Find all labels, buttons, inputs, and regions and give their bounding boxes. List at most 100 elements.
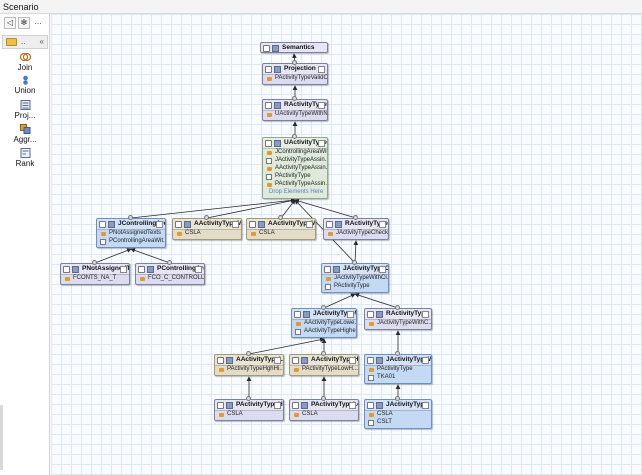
menu-icon[interactable]: … xyxy=(32,17,44,29)
node-header[interactable]: PControllingArea... xyxy=(136,264,204,275)
node-menu-icon[interactable] xyxy=(306,221,313,228)
node-row[interactable]: TKA01 xyxy=(365,374,431,382)
node-plow[interactable]: PActivityTypeLow...CSLA xyxy=(289,399,359,421)
collapse-toggle-icon[interactable] xyxy=(63,266,70,273)
node-ahigh[interactable]: AActivityTypeHigh...PActivityTypeLowH... xyxy=(289,354,359,376)
node-row[interactable]: JControllingAreaWit... xyxy=(263,149,327,157)
palette-item-aggregation[interactable]: Aggr... xyxy=(0,124,50,146)
node-menu-icon[interactable] xyxy=(318,102,325,109)
node-output-port[interactable] xyxy=(128,215,133,220)
node-projection[interactable]: Projection PActivityTypeValidO... xyxy=(262,63,328,85)
node-output-port[interactable] xyxy=(246,396,251,401)
node-menu-icon[interactable] xyxy=(379,221,386,228)
node-semantics[interactable]: Semantics xyxy=(260,42,328,53)
collapse-toggle-icon[interactable] xyxy=(292,357,299,364)
node-row[interactable]: PControllingAreaWit... xyxy=(97,238,165,246)
node-menu-icon[interactable] xyxy=(318,140,325,147)
node-row[interactable]: PNotAssignedTexts xyxy=(97,230,165,238)
node-header[interactable]: RActivityType xyxy=(365,309,431,320)
collapse-toggle-icon[interactable] xyxy=(249,221,256,228)
node-header[interactable]: UActivityTypeWith... xyxy=(263,138,327,149)
collapse-toggle-icon[interactable] xyxy=(263,45,270,52)
node-menu-icon[interactable] xyxy=(422,357,429,364)
node-header[interactable]: AActivityTypeHigh... xyxy=(290,355,358,366)
node-row[interactable]: CSLA xyxy=(173,230,241,238)
node-header[interactable]: Semantics xyxy=(261,43,327,52)
node-amis1[interactable]: AActivityTypeMis...CSLA xyxy=(172,218,242,240)
node-row[interactable]: FCO_C_CONTROLL xyxy=(136,275,204,283)
node-header[interactable]: JActivityType xyxy=(365,400,431,411)
palette-item-rank[interactable]: Rank xyxy=(0,148,50,170)
palette-item-projection[interactable]: Proj... xyxy=(0,100,50,122)
node-header[interactable]: JActivityTypeWith... xyxy=(365,355,431,366)
node-rvalid[interactable]: RActivityTypeValid...UActivityTypeWithN.… xyxy=(262,99,328,121)
node-amis2[interactable]: AActivityTypeMis...CSLA xyxy=(246,218,316,240)
node-output-port[interactable] xyxy=(395,305,400,310)
palette-folder[interactable]: .. « xyxy=(2,35,48,49)
collapse-toggle-icon[interactable] xyxy=(292,402,299,409)
collapse-toggle-icon[interactable] xyxy=(326,221,333,228)
collapse-toggle-icon[interactable] xyxy=(99,221,106,228)
collapse-icon[interactable]: « xyxy=(40,37,44,46)
node-output-port[interactable] xyxy=(92,260,97,265)
node-row[interactable]: CSLA xyxy=(365,411,431,419)
node-row[interactable]: AActivityTypeLowe... xyxy=(292,320,356,328)
node-header[interactable]: RActivityTypeValid... xyxy=(263,100,327,111)
node-row[interactable]: PActivityType xyxy=(322,283,388,291)
collapse-toggle-icon[interactable] xyxy=(217,357,224,364)
gear-icon[interactable]: ✻ xyxy=(18,17,30,29)
node-menu-icon[interactable] xyxy=(379,266,386,273)
node-menu-icon[interactable] xyxy=(422,402,429,409)
node-header[interactable]: PActivityTypeHigh... xyxy=(215,400,283,411)
node-row[interactable]: CSLA xyxy=(247,230,315,238)
node-menu-icon[interactable] xyxy=(274,402,281,409)
node-output-port[interactable] xyxy=(352,260,357,265)
node-output-port[interactable] xyxy=(321,305,326,310)
node-header[interactable]: AActivityTypeLow... xyxy=(215,355,283,366)
node-row[interactable]: JActivityTypeWithC... xyxy=(365,320,431,328)
palette-item-union[interactable]: Union xyxy=(0,75,50,97)
node-row[interactable]: CSLA xyxy=(215,411,283,419)
collapse-toggle-icon[interactable] xyxy=(265,140,272,147)
node-header[interactable]: PNotAssignedText xyxy=(61,264,129,275)
node-menu-icon[interactable] xyxy=(347,311,354,318)
node-output-port[interactable] xyxy=(246,351,251,356)
node-pctrl[interactable]: PControllingArea...FCO_C_CONTROLL xyxy=(135,263,205,285)
node-output-port[interactable] xyxy=(292,60,297,65)
node-output-port[interactable] xyxy=(395,396,400,401)
node-menu-icon[interactable] xyxy=(156,221,163,228)
node-output-port[interactable] xyxy=(292,134,297,139)
node-row[interactable]: CSLA xyxy=(290,411,358,419)
node-row[interactable]: CSLT xyxy=(365,419,431,427)
node-header[interactable]: JControllingAreaW... xyxy=(97,219,165,230)
node-menu-icon[interactable] xyxy=(349,357,356,364)
node-output-port[interactable] xyxy=(395,351,400,356)
node-rmis[interactable]: RActivityTypeMis...JActivityTypeCheck... xyxy=(323,218,389,240)
palette-item-join[interactable]: Join xyxy=(0,52,50,74)
node-row[interactable]: FCONTS_NA_T xyxy=(61,275,129,283)
drop-zone[interactable]: Drop Elements Here xyxy=(263,189,327,197)
node-uwith[interactable]: UActivityTypeWith...JControllingAreaWit.… xyxy=(262,137,328,199)
node-row[interactable]: PActivityTypeHghHi... xyxy=(215,366,283,374)
node-output-port[interactable] xyxy=(292,96,297,101)
node-jctrl[interactable]: JControllingAreaW...PNotAssignedTexts PCo… xyxy=(96,218,166,248)
node-row[interactable]: PActivityTypeLowH... xyxy=(290,366,358,374)
node-output-port[interactable] xyxy=(167,260,172,265)
node-jtype[interactable]: JActivityTypeWith...PActivityType TKA01 xyxy=(364,354,432,384)
node-menu-icon[interactable] xyxy=(274,357,281,364)
node-output-port[interactable] xyxy=(278,215,283,220)
node-menu-icon[interactable] xyxy=(120,266,127,273)
node-phigh[interactable]: PActivityTypeHigh...CSLA xyxy=(214,399,284,421)
collapse-toggle-icon[interactable] xyxy=(367,402,374,409)
collapse-toggle-icon[interactable] xyxy=(265,66,272,73)
node-row[interactable]: PActivityTypeAssin... xyxy=(263,181,327,189)
node-header[interactable]: AActivityTypeMis... xyxy=(247,219,315,230)
node-row[interactable]: JActivityTypeCheck... xyxy=(324,230,388,238)
node-row[interactable]: AActivityTypeHighe... xyxy=(292,328,356,336)
node-header[interactable]: JActivityTypeWith... xyxy=(292,309,356,320)
node-header[interactable]: AActivityTypeMis... xyxy=(173,219,241,230)
node-header[interactable]: RActivityTypeMis... xyxy=(324,219,388,230)
node-header[interactable]: JActivityTypeChe... xyxy=(322,264,388,275)
back-arrow-icon[interactable]: ◁ xyxy=(4,17,16,29)
node-rwith[interactable]: RActivityType JActivityTypeWithC... xyxy=(364,308,432,330)
